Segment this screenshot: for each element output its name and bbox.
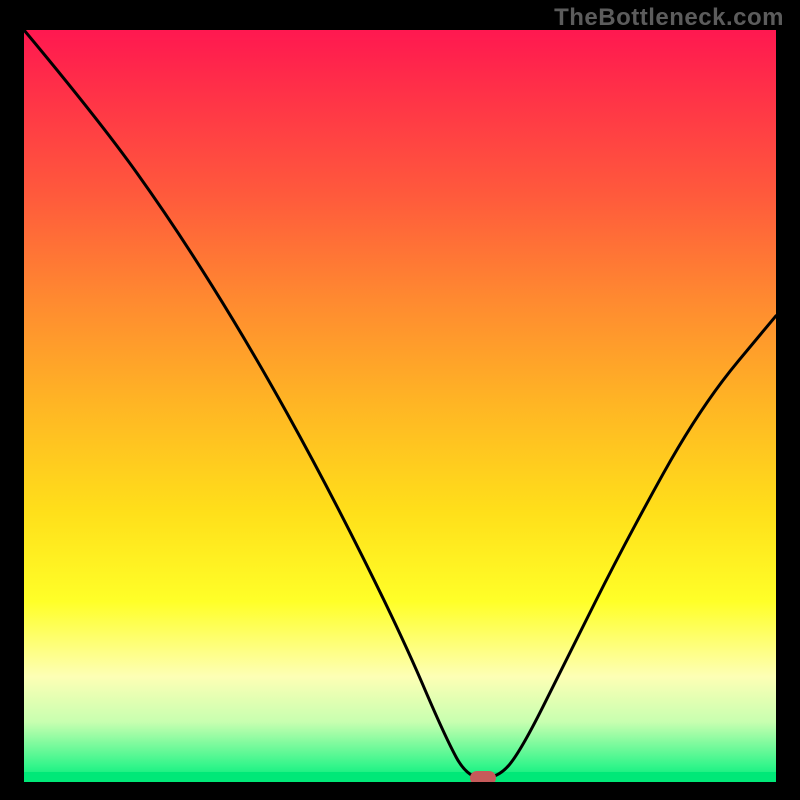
optimal-marker <box>470 771 496 782</box>
watermark-text: TheBottleneck.com <box>554 4 784 32</box>
chart-frame: TheBottleneck.com <box>0 0 800 800</box>
plot-area <box>24 30 776 782</box>
bottleneck-curve <box>24 30 776 782</box>
